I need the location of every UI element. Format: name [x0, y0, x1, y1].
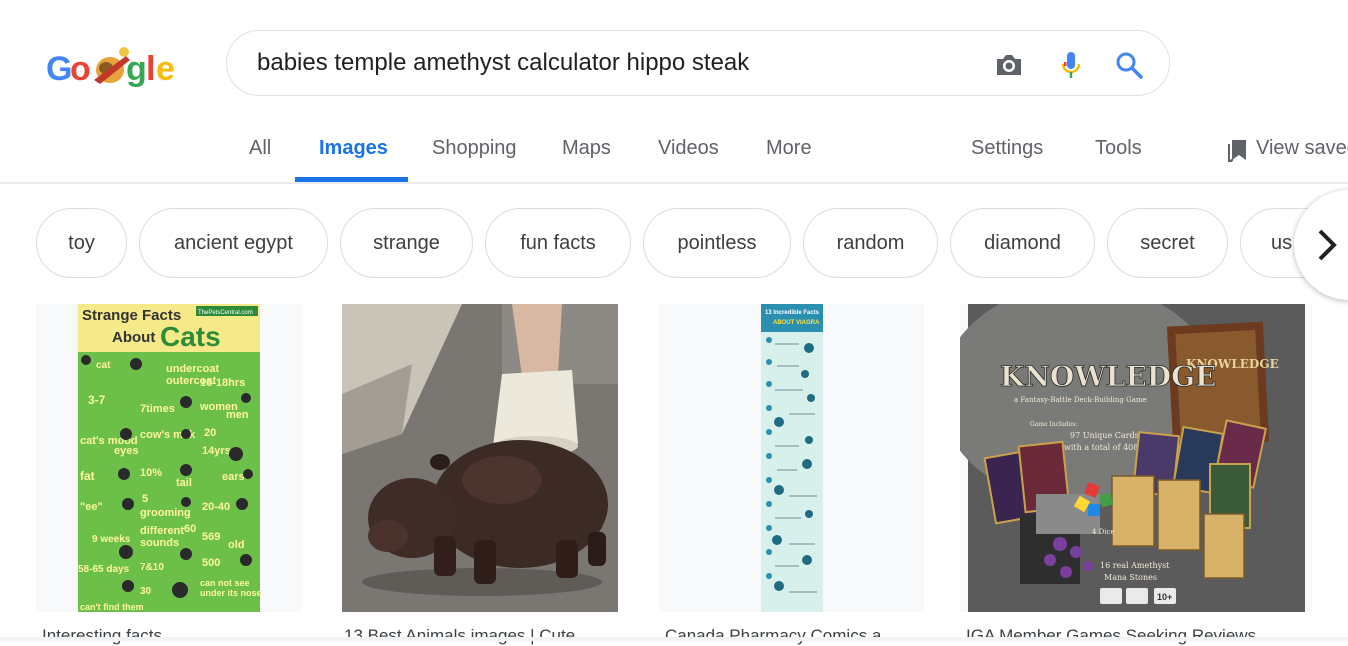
- knowledge-board-game-image: KNOWLEDGE KNOWLEDGE a Fantasy-Battle Dec…: [960, 304, 1305, 612]
- svg-text:13 Incredible Facts: 13 Incredible Facts: [765, 310, 820, 316]
- result-thumbnail[interactable]: [342, 304, 618, 612]
- svg-text:a Fantasy-Battle Deck-Building: a Fantasy-Battle Deck-Building Game: [1014, 396, 1147, 404]
- svg-text:"ee": "ee": [80, 501, 103, 513]
- chip-diamond[interactable]: diamond: [950, 208, 1095, 278]
- svg-text:58-65 days: 58-65 days: [78, 564, 130, 575]
- svg-text:20-40: 20-40: [202, 501, 230, 513]
- svg-text:Cats: Cats: [160, 321, 221, 352]
- svg-text:KNOWLEDGE: KNOWLEDGE: [1000, 360, 1216, 393]
- tab-settings[interactable]: Settings: [971, 118, 1043, 182]
- chip-secret[interactable]: secret: [1107, 208, 1228, 278]
- related-searches-chips: toy ancient egypt strange fun facts poin…: [0, 206, 1348, 282]
- svg-text:500: 500: [202, 557, 220, 569]
- result-caption[interactable]: 13 Best Animals images | Cute ...: [344, 626, 614, 646]
- doodle-figure-icon: [94, 47, 130, 84]
- search-box[interactable]: [226, 30, 1170, 96]
- svg-text:5: 5: [142, 493, 148, 505]
- svg-text:10%: 10%: [140, 467, 162, 479]
- microphone-icon[interactable]: [1055, 49, 1087, 81]
- logo-letter-g2: g: [126, 50, 147, 88]
- svg-text:old: old: [228, 539, 245, 551]
- viagra-facts-infographic: 13 Incredible Facts ABOUT VIAGRA: [761, 304, 823, 612]
- logo-letter-o: o: [70, 50, 91, 88]
- svg-text:60: 60: [184, 523, 196, 535]
- bottom-divider: [0, 637, 1348, 641]
- svg-text:under its nose: under its nose: [200, 588, 262, 598]
- svg-text:16-18hrs: 16-18hrs: [200, 377, 245, 389]
- tabs-divider: [0, 182, 1348, 184]
- tab-more[interactable]: More: [766, 118, 812, 182]
- svg-text:9 weeks: 9 weeks: [92, 534, 131, 545]
- svg-text:grooming: grooming: [140, 507, 191, 519]
- svg-text:20: 20: [204, 427, 216, 439]
- svg-text:16 real Amethyst: 16 real Amethyst: [1100, 561, 1170, 570]
- chevron-right-icon: [1318, 229, 1337, 261]
- result-caption[interactable]: Interesting facts ...: [42, 626, 302, 646]
- svg-text:ABOUT VIAGRA: ABOUT VIAGRA: [773, 320, 820, 326]
- svg-text:About: About: [112, 329, 155, 346]
- result-caption[interactable]: IGA Member Games Seeking Reviews ...: [966, 626, 1312, 646]
- svg-text:men: men: [226, 409, 249, 421]
- svg-text:14yrs: 14yrs: [202, 445, 231, 457]
- tab-videos[interactable]: Videos: [658, 118, 719, 182]
- search-tabs: All Images Shopping Maps Videos More Set…: [0, 118, 1348, 182]
- bookmarks-icon: [1228, 139, 1246, 164]
- tab-tools[interactable]: Tools: [1095, 118, 1142, 182]
- svg-text:30: 30: [140, 586, 152, 597]
- svg-text:10+: 10+: [1157, 592, 1172, 602]
- svg-text:4 Dice: 4 Dice: [1092, 528, 1115, 536]
- chip-strange[interactable]: strange: [340, 208, 473, 278]
- result-thumbnail[interactable]: Strange Facts About Cats ThePetsCentral.…: [36, 304, 302, 612]
- result-caption[interactable]: Canada Pharmacy Comics a ...: [665, 626, 924, 646]
- chip-pointless[interactable]: pointless: [643, 208, 791, 278]
- logo-letter-e: e: [156, 50, 175, 88]
- svg-text:tail: tail: [176, 477, 192, 489]
- svg-text:3-7: 3-7: [88, 393, 106, 407]
- logo-letter-g: G: [46, 50, 72, 88]
- result-thumbnail[interactable]: KNOWLEDGE KNOWLEDGE a Fantasy-Battle Dec…: [960, 304, 1312, 612]
- svg-text:can't find them: can't find them: [80, 602, 144, 612]
- chip-random[interactable]: random: [803, 208, 938, 278]
- svg-text:eyes: eyes: [114, 445, 138, 457]
- svg-text:569: 569: [202, 531, 220, 543]
- camera-icon[interactable]: [993, 49, 1025, 81]
- svg-text:undercoat: undercoat: [166, 363, 220, 375]
- cats-infographic-image: Strange Facts About Cats ThePetsCentral.…: [78, 304, 262, 612]
- tab-shopping[interactable]: Shopping: [432, 118, 517, 182]
- baby-hippo-photo: [342, 304, 618, 612]
- view-saved-label: View saved: [1256, 137, 1348, 159]
- search-icon[interactable]: [1113, 49, 1145, 81]
- svg-text:7&10: 7&10: [140, 562, 164, 573]
- google-doodle-logo[interactable]: G o g l e: [46, 44, 186, 90]
- svg-text:fat: fat: [80, 469, 95, 483]
- svg-text:different: different: [140, 525, 184, 537]
- chip-fun-facts[interactable]: fun facts: [485, 208, 631, 278]
- svg-text:Game Includes:: Game Includes:: [1030, 421, 1077, 428]
- chip-toy[interactable]: toy: [36, 208, 127, 278]
- tab-all[interactable]: All: [249, 118, 271, 182]
- svg-text:ThePetsCentral.com: ThePetsCentral.com: [198, 310, 253, 316]
- view-saved-link[interactable]: View saved: [1226, 118, 1348, 182]
- logo-letter-l: l: [146, 50, 155, 88]
- search-input[interactable]: [257, 31, 957, 95]
- tab-maps[interactable]: Maps: [562, 118, 611, 182]
- svg-text:7times: 7times: [140, 403, 175, 415]
- svg-text:sounds: sounds: [140, 537, 179, 549]
- svg-text:cat: cat: [96, 360, 111, 371]
- svg-text:97 Unique Cards: 97 Unique Cards: [1070, 431, 1139, 440]
- svg-text:can not see: can not see: [200, 578, 250, 588]
- result-thumbnail[interactable]: 13 Incredible Facts ABOUT VIAGRA: [659, 304, 924, 612]
- chip-ancient-egypt[interactable]: ancient egypt: [139, 208, 328, 278]
- svg-text:ears: ears: [222, 471, 245, 483]
- svg-text:Mana Stones: Mana Stones: [1104, 573, 1157, 582]
- tab-images[interactable]: Images: [319, 118, 388, 182]
